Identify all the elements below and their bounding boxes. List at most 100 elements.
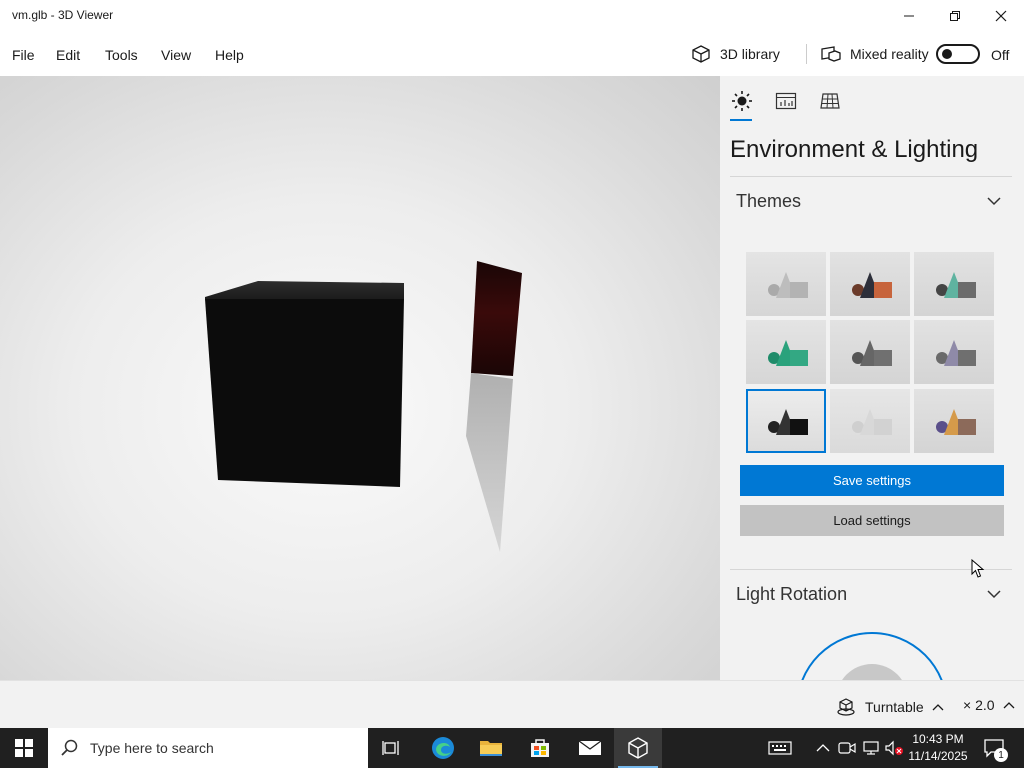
- theme-preview: [852, 272, 892, 298]
- theme-preview: [768, 272, 808, 298]
- scene-render: [205, 261, 522, 552]
- theme-option[interactable]: [830, 320, 910, 384]
- theme-option[interactable]: [746, 252, 826, 316]
- mixed-reality-icon: [821, 46, 841, 62]
- network-tray-button[interactable]: [861, 738, 881, 758]
- theme-option[interactable]: [914, 320, 994, 384]
- clock-time: 10:43 PM: [912, 732, 964, 746]
- theme-option[interactable]: [914, 252, 994, 316]
- themes-section-title[interactable]: Themes: [736, 191, 801, 212]
- keyboard-icon: [768, 741, 792, 755]
- windows-logo-icon: [15, 739, 33, 757]
- divider: [730, 569, 1012, 570]
- taskbar: Type here to search 10:43 PM 11/14/2025 …: [0, 728, 1024, 768]
- mixed-reality-button[interactable]: Mixed reality: [820, 44, 929, 64]
- close-button[interactable]: [978, 0, 1024, 32]
- task-view-icon: [382, 741, 399, 755]
- folder-icon: [480, 741, 502, 756]
- 3d-viewport[interactable]: [0, 76, 720, 680]
- menu-view[interactable]: View: [161, 47, 191, 63]
- restore-button[interactable]: [932, 0, 978, 32]
- active-tab-indicator: [730, 119, 752, 121]
- theme-option-selected[interactable]: [746, 389, 826, 453]
- taskbar-search-box[interactable]: Type here to search: [48, 728, 368, 768]
- menu-tools[interactable]: Tools: [105, 47, 138, 63]
- notification-count-badge: 1: [994, 748, 1008, 762]
- divider: [730, 176, 1012, 177]
- toggle-knob: [942, 49, 952, 59]
- toggle-state-label: Off: [991, 47, 1010, 63]
- taskbar-clock[interactable]: 10:43 PM 11/14/2025: [906, 731, 970, 765]
- store-button[interactable]: [516, 728, 564, 768]
- theme-option[interactable]: [830, 252, 910, 316]
- panel-front-face: [471, 261, 522, 376]
- panel-shadow: [466, 373, 513, 552]
- 3d-library-button[interactable]: 3D library: [690, 44, 780, 64]
- turntable-label: Turntable: [865, 699, 924, 715]
- panel-title: Environment & Lighting: [730, 136, 979, 163]
- cube-top-face: [205, 281, 404, 299]
- mail-button[interactable]: [566, 728, 614, 768]
- window-title: vm.glb - 3D Viewer: [12, 8, 114, 22]
- 3d-viewer-icon: [628, 737, 648, 759]
- menu-file[interactable]: File: [12, 47, 35, 63]
- minimize-button[interactable]: [886, 0, 932, 32]
- clock-date: 11/14/2025: [908, 749, 968, 763]
- cube-front-face: [205, 299, 404, 487]
- theme-option[interactable]: [914, 389, 994, 453]
- search-icon: [61, 739, 78, 756]
- theme-option[interactable]: [746, 320, 826, 384]
- tab-stats[interactable]: [774, 90, 798, 112]
- meet-now-tray-button[interactable]: [837, 738, 857, 758]
- theme-preview: [768, 340, 808, 366]
- volume-tray-button[interactable]: [884, 738, 904, 758]
- mouse-cursor-icon: [971, 559, 985, 578]
- title-bar: vm.glb - 3D Viewer: [0, 0, 1024, 32]
- chevron-up-icon[interactable]: [932, 702, 944, 712]
- tab-grid[interactable]: [818, 90, 842, 112]
- theme-preview: [852, 340, 892, 366]
- theme-option[interactable]: [830, 389, 910, 453]
- speed-control[interactable]: × 2.0: [963, 697, 1015, 713]
- chevron-down-icon[interactable]: [986, 195, 1002, 207]
- turntable-control[interactable]: Turntable: [836, 697, 944, 717]
- save-settings-button[interactable]: Save settings: [740, 465, 1004, 496]
- light-rotation-section-title[interactable]: Light Rotation: [736, 584, 847, 605]
- grid-icon: [820, 93, 840, 109]
- cube-icon: [692, 45, 710, 63]
- menu-bar: File Edit Tools View Help 3D library Mix…: [0, 32, 1024, 76]
- store-icon: [531, 739, 549, 757]
- environment-panel: Environment & Lighting Themes Save setti…: [720, 76, 1024, 680]
- network-icon: [863, 741, 879, 755]
- close-icon: [995, 10, 1007, 22]
- menu-help[interactable]: Help: [215, 47, 244, 63]
- edge-icon: [432, 737, 454, 759]
- restore-icon: [950, 11, 960, 21]
- theme-preview: [936, 409, 976, 435]
- task-view-button[interactable]: [368, 728, 416, 768]
- mixed-reality-label: Mixed reality: [850, 46, 929, 62]
- theme-preview: [768, 409, 808, 435]
- start-button[interactable]: [0, 728, 48, 768]
- theme-preview: [936, 340, 976, 366]
- theme-preview: [936, 272, 976, 298]
- volume-muted-icon: [885, 740, 903, 756]
- file-explorer-button[interactable]: [467, 728, 515, 768]
- chevron-down-icon[interactable]: [986, 588, 1002, 600]
- menu-edit[interactable]: Edit: [56, 47, 80, 63]
- mixed-reality-toggle[interactable]: [936, 44, 980, 64]
- show-hidden-icons-button[interactable]: [813, 738, 833, 758]
- 3d-viewer-taskbar-button[interactable]: [614, 728, 662, 768]
- stats-icon: [775, 92, 797, 110]
- theme-preview: [852, 409, 892, 435]
- turntable-icon: [837, 698, 855, 716]
- edge-browser-button[interactable]: [419, 728, 467, 768]
- tab-lighting[interactable]: [730, 90, 754, 112]
- speed-label: × 2.0: [963, 697, 995, 713]
- mail-icon: [578, 740, 602, 755]
- load-settings-button[interactable]: Load settings: [740, 505, 1004, 536]
- search-placeholder: Type here to search: [90, 740, 214, 756]
- chevron-up-icon[interactable]: [1003, 700, 1015, 710]
- keyboard-tray-button[interactable]: [768, 738, 792, 758]
- camera-icon: [838, 742, 856, 754]
